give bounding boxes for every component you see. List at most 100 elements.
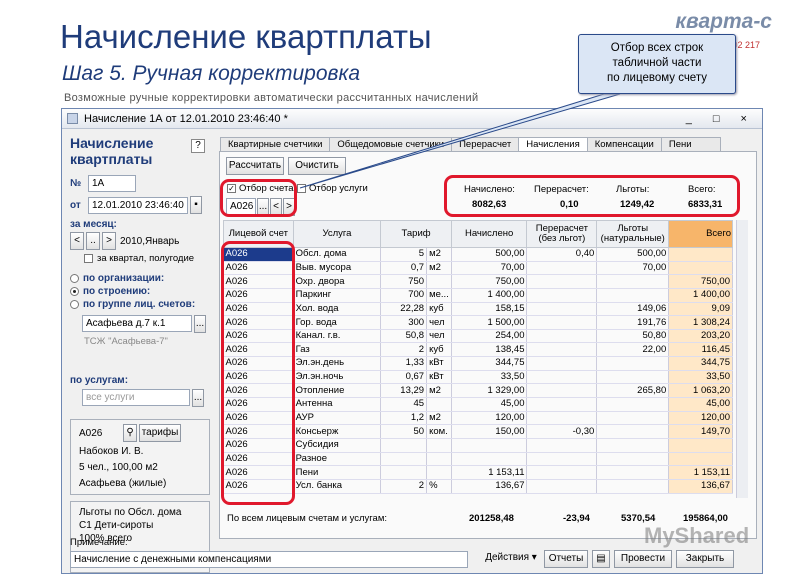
table-cell[interactable]: м2 — [426, 247, 452, 262]
table-cell[interactable] — [596, 479, 670, 494]
table-cell[interactable]: 50,80 — [596, 329, 670, 344]
table-cell[interactable] — [451, 438, 528, 453]
table-row[interactable]: А026 Антенна 45 45,00 45,00 — [223, 397, 733, 412]
calculate-button[interactable]: Рассчитать — [226, 157, 284, 175]
table-cell[interactable]: -0,30 — [526, 424, 598, 439]
table-cell[interactable]: Выв. мусора — [293, 261, 382, 276]
table-cell[interactable] — [596, 438, 670, 453]
table-cell[interactable] — [668, 452, 733, 467]
table-cell[interactable]: 1 308,24 — [668, 315, 733, 330]
table-cell[interactable]: кВт — [426, 356, 452, 371]
table-cell[interactable]: 750 — [380, 274, 428, 289]
table-cell[interactable]: 1 153,11 — [668, 465, 733, 480]
table-row[interactable]: А026 Отопление 13,29 м2 1 329,00 265,80 1 063,… — [223, 383, 733, 399]
note-field[interactable]: Начисление с денежными компенсациями — [70, 550, 468, 568]
table-cell[interactable] — [526, 438, 598, 453]
table-cell[interactable]: 22,28 — [380, 302, 428, 317]
table-cell[interactable] — [380, 438, 428, 453]
table-cell[interactable] — [526, 411, 598, 426]
table-cell[interactable] — [668, 247, 733, 262]
filter-service-checkbox[interactable]: Отбор услуги — [297, 183, 368, 194]
table-cell[interactable]: м2 — [426, 383, 452, 399]
table-cell[interactable] — [596, 397, 670, 412]
table-cell[interactable]: 700 — [380, 288, 428, 303]
table-cell[interactable]: 265,80 — [596, 383, 670, 399]
table-cell[interactable] — [426, 397, 452, 412]
table-cell[interactable] — [380, 465, 428, 480]
clear-button[interactable]: Очистить — [288, 157, 346, 175]
table-cell[interactable]: Консьерж — [293, 424, 382, 439]
tab-penalties[interactable]: Пени — [660, 137, 721, 152]
tariffs-button[interactable]: тарифы — [139, 424, 181, 442]
table-cell[interactable] — [526, 356, 598, 371]
table-cell[interactable]: ком. — [426, 424, 452, 439]
table-cell[interactable]: Гор. вода — [293, 315, 382, 330]
table-cell[interactable]: Охр. двора — [293, 274, 382, 289]
table-cell[interactable] — [596, 288, 670, 303]
table-cell[interactable]: 254,00 — [451, 329, 528, 344]
table-cell[interactable]: м2 — [426, 411, 452, 426]
table-cell[interactable]: чел — [426, 329, 452, 344]
table-cell[interactable] — [426, 465, 452, 480]
table-cell[interactable]: Пени — [293, 465, 382, 480]
table-cell[interactable]: 1 400,00 — [668, 288, 733, 303]
table-cell[interactable] — [596, 424, 670, 439]
table-cell[interactable] — [526, 302, 598, 317]
table-cell[interactable]: 1 063,20 — [668, 383, 733, 399]
table-cell[interactable]: Эл.эн.ночь — [293, 370, 382, 385]
table-cell[interactable]: Канал. г.в. — [293, 329, 382, 344]
month-next-button[interactable]: > — [102, 232, 116, 250]
table-row[interactable]: А026 Хол. вода 22,28 куб 158,15 149,06 9,09 — [223, 302, 733, 317]
table-cell[interactable]: 344,75 — [668, 356, 733, 371]
table-cell[interactable]: кВт — [426, 370, 452, 385]
number-field[interactable]: 1А — [88, 175, 136, 192]
table-cell[interactable]: % — [426, 479, 452, 494]
table-row[interactable]: А026 Пени 1 153,11 1 153,11 — [223, 465, 733, 480]
radio-building[interactable]: по строению: — [70, 285, 210, 298]
table-cell[interactable]: 45,00 — [668, 397, 733, 412]
table-cell[interactable]: 1 500,00 — [451, 315, 528, 330]
table-cell[interactable] — [451, 452, 528, 467]
table-row[interactable]: А026 Газ 2 куб 138,45 22,00 116,45 — [223, 342, 733, 358]
table-cell[interactable] — [526, 452, 598, 467]
table-cell[interactable]: чел — [426, 315, 452, 330]
table-cell[interactable]: АУР — [293, 411, 382, 426]
table-cell[interactable]: 344,75 — [451, 356, 528, 371]
table-cell[interactable] — [526, 288, 598, 303]
table-cell[interactable] — [596, 452, 670, 467]
table-cell[interactable]: 2 — [380, 342, 428, 358]
table-cell[interactable]: Эл.эн.день — [293, 356, 382, 371]
table-row[interactable]: А026 Эл.эн.ночь 0,67 кВт 33,50 33,50 — [223, 370, 733, 385]
table-cell[interactable]: Отопление — [293, 383, 382, 399]
window-controls[interactable]: _ □ × — [686, 109, 756, 129]
table-row[interactable]: А026 Выв. мусора 0,7 м2 70,00 70,00 — [223, 261, 733, 276]
reports-button[interactable]: Отчеты — [544, 550, 588, 568]
table-cell[interactable]: 9,09 — [668, 302, 733, 317]
help-button[interactable]: ? — [191, 139, 205, 153]
table-cell[interactable]: куб — [426, 302, 452, 317]
table-cell[interactable]: 1,33 — [380, 356, 428, 371]
table-cell[interactable]: м2 — [426, 261, 452, 276]
radio-account-group[interactable]: по группе лиц. счетов: — [70, 298, 210, 311]
table-cell[interactable]: 0,7 — [380, 261, 428, 276]
col-tariff[interactable]: Тариф — [380, 220, 452, 248]
table-cell[interactable] — [668, 438, 733, 453]
date-field[interactable]: 12.01.2010 23:46:40 — [88, 196, 188, 214]
tab-compensations[interactable]: Компенсации — [586, 137, 662, 152]
col-accrued[interactable]: Начислено — [450, 220, 528, 248]
table-cell[interactable] — [526, 329, 598, 344]
table-cell[interactable]: 0,67 — [380, 370, 428, 385]
table-cell[interactable]: 70,00 — [596, 261, 670, 276]
table-row[interactable]: А026 Эл.эн.день 1,33 кВт 344,75 344,75 — [223, 356, 733, 371]
table-cell[interactable] — [526, 465, 598, 480]
tab-recalculation[interactable]: Перерасчет — [451, 137, 520, 152]
table-cell[interactable]: Газ — [293, 342, 382, 358]
table-row[interactable]: А026 Паркинг 700 ме... 1 400,00 1 400,00 — [223, 288, 733, 303]
table-cell[interactable] — [596, 356, 670, 371]
table-cell[interactable]: Усл. банка — [293, 479, 382, 494]
table-cell[interactable]: 500,00 — [596, 247, 670, 262]
table-row[interactable]: А026 Обсл. дома 5 м2 500,00 0,40 500,00 — [223, 247, 733, 262]
month-prev-button[interactable]: < — [70, 232, 84, 250]
table-cell[interactable]: Антенна — [293, 397, 382, 412]
table-cell[interactable]: куб — [426, 342, 452, 358]
